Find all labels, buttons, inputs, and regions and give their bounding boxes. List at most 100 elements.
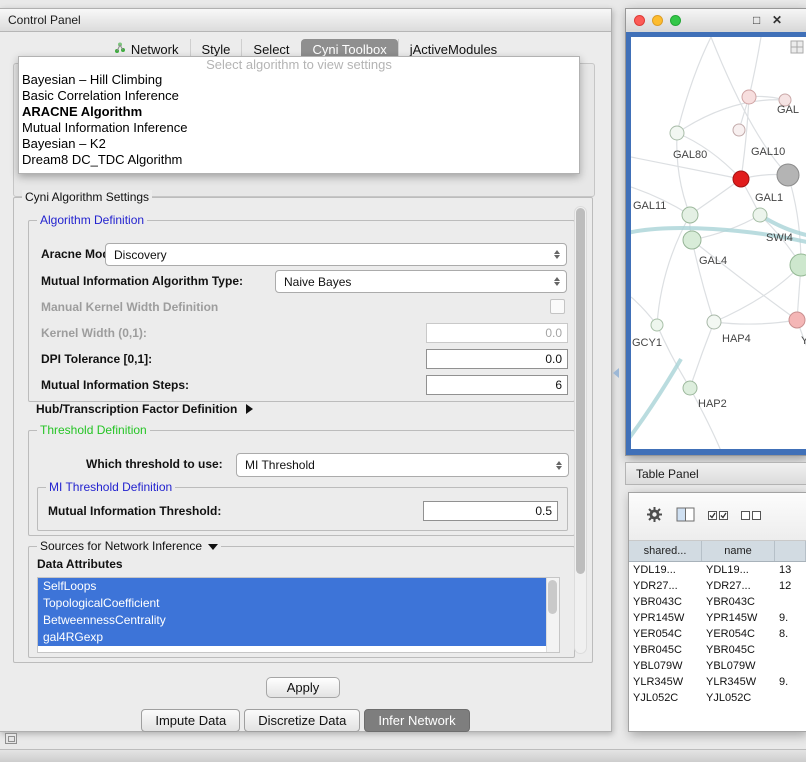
tab-discretize-data[interactable]: Discretize Data [244, 709, 360, 732]
hub-definition-label: Hub/Transcription Factor Definition [36, 402, 237, 416]
cell: YPR145W [702, 612, 775, 624]
table-row[interactable]: YBL079W YBL079W [629, 658, 806, 674]
scrollbar-thumb[interactable] [576, 208, 585, 574]
network-node[interactable] [789, 312, 805, 328]
table-columns-icon[interactable] [676, 507, 695, 527]
table-row[interactable]: YBR043C YBR043C [629, 594, 806, 610]
zoom-traffic-button[interactable] [670, 15, 681, 26]
settings-scrollbar[interactable] [574, 206, 587, 654]
mi-threshold-definition-group: MI Threshold Definition Mutual Informati… [37, 487, 568, 531]
mi-threshold-field[interactable]: 0.5 [423, 501, 558, 521]
control-panel-title: Control Panel [8, 13, 81, 27]
node-label: GCY1 [632, 337, 662, 349]
attribute-list-scrollbar[interactable] [546, 578, 559, 652]
network-view-frame: GAL GAL80 GAL10 GAL11 GAL1 SWI4 GAL4 GCY… [626, 32, 806, 455]
cyni-mode-tab-bar: Impute Data Discretize Data Infer Networ… [0, 709, 611, 732]
cell: YBR043C [629, 596, 702, 608]
combo-arrows-icon [554, 250, 560, 259]
aracne-mode-combobox[interactable]: Discovery [105, 243, 567, 266]
attribute-item[interactable]: BetweennessCentrality [38, 612, 547, 629]
node-label: GAL [777, 104, 799, 116]
column-header-partial[interactable] [775, 541, 806, 561]
algorithm-definition-group: Algorithm Definition Aracne Mode: Discov… [28, 220, 575, 402]
kernel-width-field[interactable]: 0.0 [426, 323, 568, 343]
column-header-shared-name[interactable]: shared... [629, 541, 702, 561]
node-label: HAP4 [722, 333, 751, 345]
cell: YJL052C [629, 692, 702, 704]
tab-impute-data[interactable]: Impute Data [141, 709, 240, 732]
table-row[interactable]: YJL052C YJL052C [629, 690, 806, 706]
manual-kernel-width-checkbox[interactable] [550, 299, 565, 314]
dpi-tolerance-field[interactable]: 0.0 [426, 349, 568, 369]
network-node[interactable] [753, 208, 767, 222]
table-row[interactable]: YDR27... YDR27... 12 [629, 578, 806, 594]
cell: YER054C [702, 628, 775, 640]
algorithm-option[interactable]: Dream8 DC_TDC Algorithm [19, 152, 579, 168]
algorithm-option-selected[interactable]: ARACNE Algorithm [19, 104, 579, 120]
network-node[interactable] [790, 254, 806, 276]
cell: 13 [775, 564, 806, 576]
data-attributes-list: SelfLoops TopologicalCoefficient Between… [37, 577, 560, 653]
hub-definition-toggle[interactable]: Hub/Transcription Factor Definition [36, 402, 253, 416]
network-node[interactable] [777, 164, 799, 186]
gear-icon[interactable] [646, 506, 663, 528]
table-panel-window: shared... name YDL19... YDL19... 13 YDR2… [628, 492, 806, 732]
combo-arrows-icon [554, 277, 560, 286]
mi-steps-label: Mutual Information Steps: [41, 378, 189, 392]
checked-boxes-icon[interactable] [708, 508, 728, 526]
apply-button[interactable]: Apply [266, 677, 340, 698]
algorithm-option[interactable]: Mutual Information Inference [19, 120, 579, 136]
network-node[interactable] [683, 231, 701, 249]
which-threshold-combobox[interactable]: MI Threshold [236, 453, 569, 477]
table-row[interactable]: YBR045C YBR045C [629, 642, 806, 658]
network-canvas[interactable]: GAL GAL80 GAL10 GAL11 GAL1 SWI4 GAL4 GCY… [631, 37, 806, 449]
network-node[interactable] [707, 315, 721, 329]
table-row[interactable]: YPR145W YPR145W 9. [629, 610, 806, 626]
node-label: GAL80 [673, 149, 707, 161]
minimize-traffic-button[interactable] [652, 15, 663, 26]
network-node[interactable] [670, 126, 684, 140]
algorithm-option[interactable]: Bayesian – Hill Climbing [19, 72, 579, 88]
collapse-arrow-icon [208, 544, 218, 550]
table-row[interactable]: YDL19... YDL19... 13 [629, 562, 806, 578]
float-icon[interactable]: □ [753, 12, 760, 28]
mi-algorithm-type-combobox[interactable]: Naive Bayes [275, 270, 567, 293]
scrollbar-thumb[interactable] [548, 580, 557, 614]
close-traffic-button[interactable] [634, 15, 645, 26]
cell: YJL052C [702, 692, 775, 704]
network-node[interactable] [682, 207, 698, 223]
tab-infer-network[interactable]: Infer Network [364, 709, 469, 732]
group-title: Algorithm Definition [37, 213, 147, 228]
tab-label: Cyni Toolbox [313, 42, 387, 57]
control-panel-titlebar[interactable]: Control Panel [0, 9, 611, 32]
mi-algorithm-type-label: Mutual Information Algorithm Type: [41, 274, 243, 288]
cell: YBL079W [629, 660, 702, 672]
cell: YBR045C [629, 644, 702, 656]
attribute-item[interactable]: TopologicalCoefficient [38, 595, 547, 612]
birdseye-icon[interactable] [791, 41, 803, 53]
cell: 9. [775, 676, 806, 688]
splitpane-collapse-arrow[interactable] [613, 368, 619, 378]
column-header-name[interactable]: name [702, 541, 775, 561]
network-node[interactable] [683, 381, 697, 395]
network-window-titlebar[interactable]: □ ✕ [626, 9, 806, 33]
network-node[interactable] [651, 319, 663, 331]
sources-toggle[interactable]: Sources for Network Inference [37, 539, 221, 554]
attribute-item[interactable]: SelfLoops [38, 578, 547, 595]
network-node[interactable] [742, 90, 756, 104]
network-node[interactable] [733, 124, 745, 136]
table-row[interactable]: YLR345W YLR345W 9. [629, 674, 806, 690]
algorithm-option[interactable]: Basic Correlation Inference [19, 88, 579, 104]
mi-steps-field[interactable]: 6 [426, 375, 568, 395]
table-row[interactable]: YER054C YER054C 8. [629, 626, 806, 642]
cell: YLR345W [702, 676, 775, 688]
network-node-gal10[interactable] [733, 171, 749, 187]
panel-float-icon[interactable] [5, 733, 17, 744]
network-view-window: □ ✕ [625, 8, 806, 456]
threshold-definition-group: Threshold Definition Which threshold to … [28, 430, 575, 536]
attribute-item[interactable]: gal4RGexp [38, 629, 547, 646]
network-tab-icon [114, 42, 126, 57]
close-icon[interactable]: ✕ [772, 12, 782, 28]
unchecked-boxes-icon[interactable] [741, 508, 761, 526]
algorithm-option[interactable]: Bayesian – K2 [19, 136, 579, 152]
